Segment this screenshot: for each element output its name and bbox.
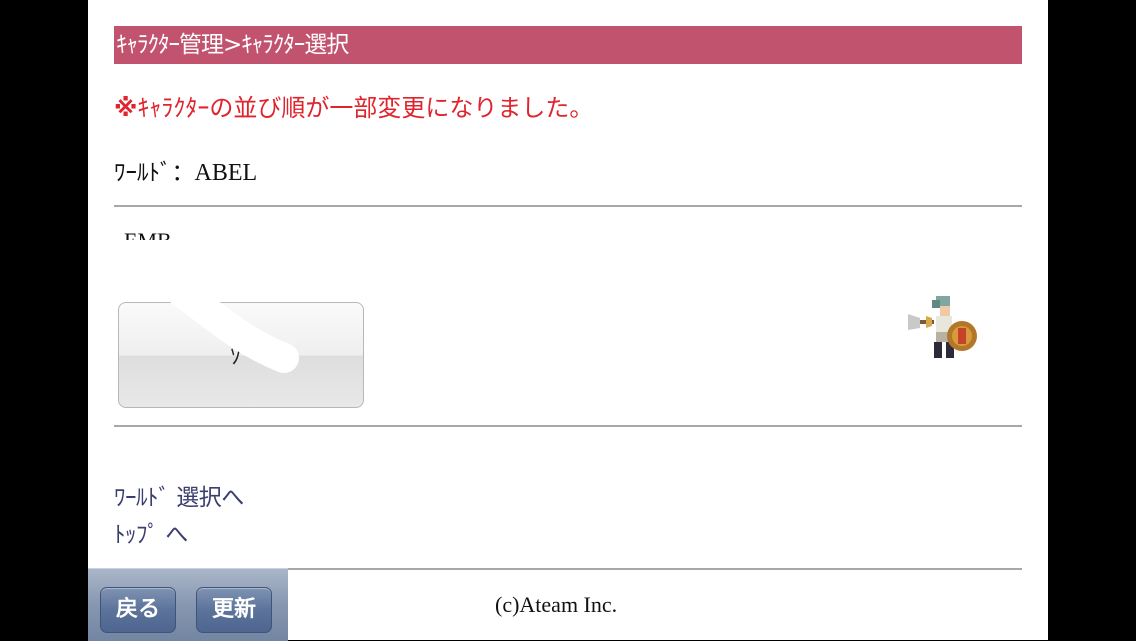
world-select-link[interactable]: ﾜｰﾙﾄﾞ 選択へ (114, 481, 244, 515)
character-select-button[interactable]: ｿﾞ (118, 302, 364, 408)
notice-mark: ※ (114, 94, 138, 122)
divider (114, 205, 1022, 207)
copyright-text: (c)Ateam Inc. (495, 592, 618, 617)
bottom-toolbar: 戻る 更新 (88, 568, 288, 641)
world-label: ﾜｰﾙﾄﾞ： (114, 160, 195, 186)
back-button[interactable]: 戻る (100, 587, 176, 633)
top-link[interactable]: ﾄｯﾌﾟ へ (114, 518, 188, 552)
divider (114, 425, 1022, 427)
warrior-sprite-icon (908, 296, 977, 358)
world-info: ﾜｰﾙﾄﾞ：ABEL (114, 155, 257, 191)
notice-text: ｷｬﾗｸﾀｰの並び順が一部変更になりました。 (137, 94, 594, 122)
world-value: ABEL (194, 160, 258, 186)
page-title: ｷｬﾗｸﾀｰ管理>ｷｬﾗｸﾀｰ選択 (116, 32, 349, 58)
refresh-button[interactable]: 更新 (196, 587, 272, 633)
web-page: ｷｬﾗｸﾀｰ管理>ｷｬﾗｸﾀｰ選択 ※ｷｬﾗｸﾀｰの並び順が一部変更になりました… (88, 0, 1048, 640)
character-select-label: ｿﾞ (229, 345, 252, 370)
page-title-bar: ｷｬﾗｸﾀｰ管理>ｷｬﾗｸﾀｰ選択 (114, 26, 1022, 64)
notice-message: ※ｷｬﾗｸﾀｰの並び順が一部変更になりました。 (114, 88, 593, 128)
character-name: EMB (124, 226, 172, 240)
